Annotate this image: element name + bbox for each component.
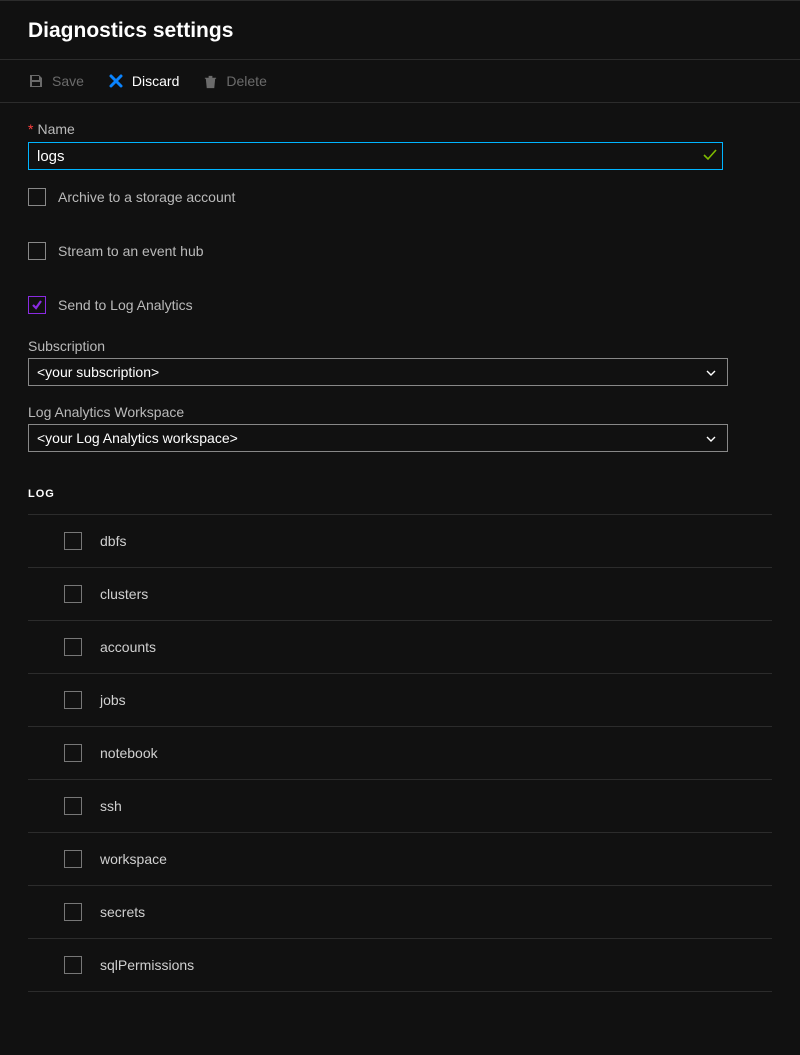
log-item-checkbox[interactable] [64, 956, 82, 974]
log-item: notebook [28, 727, 772, 780]
discard-button[interactable]: Discard [108, 73, 179, 89]
log-item-checkbox[interactable] [64, 585, 82, 603]
log-item-checkbox[interactable] [64, 532, 82, 550]
subscription-select[interactable]: <your subscription> [28, 358, 728, 386]
log-item-label: workspace [100, 851, 167, 867]
log-item-checkbox[interactable] [64, 638, 82, 656]
stream-checkbox-row: Stream to an event hub [28, 242, 772, 260]
log-section: LOG dbfs clusters accounts jobs notebook ssh w… [28, 488, 772, 992]
log-item-checkbox[interactable] [64, 797, 82, 815]
log-item: ssh [28, 780, 772, 833]
archive-checkbox[interactable] [28, 188, 46, 206]
sendlog-label: Send to Log Analytics [58, 297, 193, 313]
archive-checkbox-row: Archive to a storage account [28, 188, 772, 206]
subscription-label: Subscription [28, 338, 772, 354]
log-analytics-settings: Subscription <your subscription> Log Ana… [28, 338, 772, 452]
name-field-wrap: *Name [28, 121, 772, 170]
log-item: sqlPermissions [28, 939, 772, 992]
log-item-label: notebook [100, 745, 158, 761]
save-label: Save [52, 73, 84, 89]
log-list: dbfs clusters accounts jobs notebook ssh works… [28, 515, 772, 992]
subscription-value: <your subscription> [37, 364, 159, 380]
log-item: clusters [28, 568, 772, 621]
valid-check-icon [702, 147, 718, 167]
log-item-label: ssh [100, 798, 122, 814]
save-icon [28, 73, 44, 89]
workspace-label: Log Analytics Workspace [28, 404, 772, 420]
stream-checkbox[interactable] [28, 242, 46, 260]
log-item-label: accounts [100, 639, 156, 655]
log-item: workspace [28, 833, 772, 886]
log-item-label: dbfs [100, 533, 126, 549]
log-item-label: clusters [100, 586, 148, 602]
delete-icon [203, 74, 218, 89]
log-item-checkbox[interactable] [64, 744, 82, 762]
log-item-label: sqlPermissions [100, 957, 194, 973]
sendlog-checkbox-row: Send to Log Analytics [28, 296, 772, 314]
log-item: accounts [28, 621, 772, 674]
stream-label: Stream to an event hub [58, 243, 204, 259]
archive-label: Archive to a storage account [58, 189, 235, 205]
required-indicator: * [28, 121, 33, 137]
log-item: secrets [28, 886, 772, 939]
form-content: *Name Archive to a storage account Strea… [0, 103, 800, 992]
chevron-down-icon [705, 433, 717, 445]
toolbar: Save Discard Delete [0, 60, 800, 103]
save-button[interactable]: Save [28, 73, 84, 89]
log-item: dbfs [28, 515, 772, 568]
workspace-select[interactable]: <your Log Analytics workspace> [28, 424, 728, 452]
workspace-value: <your Log Analytics workspace> [37, 430, 238, 446]
log-item-label: jobs [100, 692, 126, 708]
sendlog-checkbox[interactable] [28, 296, 46, 314]
chevron-down-icon [705, 367, 717, 379]
log-item: jobs [28, 674, 772, 727]
page-title: Diagnostics settings [0, 0, 800, 60]
log-item-checkbox[interactable] [64, 691, 82, 709]
discard-icon [108, 73, 124, 89]
delete-label: Delete [226, 73, 266, 89]
name-input[interactable] [28, 142, 723, 170]
delete-button[interactable]: Delete [203, 73, 266, 89]
log-item-label: secrets [100, 904, 145, 920]
log-item-checkbox[interactable] [64, 850, 82, 868]
name-label: *Name [28, 121, 772, 137]
discard-label: Discard [132, 73, 179, 89]
log-item-checkbox[interactable] [64, 903, 82, 921]
log-heading: LOG [28, 488, 772, 500]
